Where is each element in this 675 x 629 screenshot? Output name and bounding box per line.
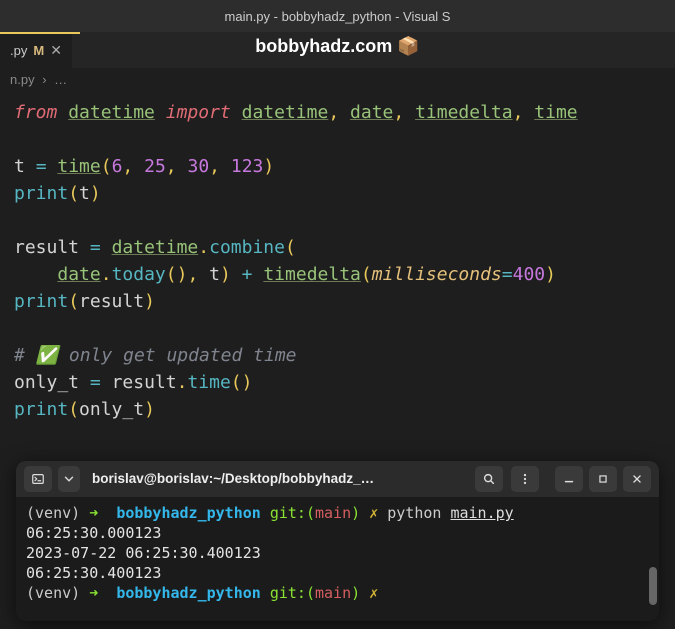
search-icon bbox=[482, 472, 496, 486]
terminal-title: borislav@borislav:~/Desktop/bobbyhadz_… bbox=[88, 469, 467, 489]
window-title: main.py - bobbyhadz_python - Visual S bbox=[225, 9, 451, 24]
window-titlebar: main.py - bobbyhadz_python - Visual S bbox=[0, 0, 675, 32]
menu-button[interactable] bbox=[511, 466, 539, 492]
tab-modified-marker: M bbox=[33, 43, 44, 58]
tabs-row: .py M ✕ bobbyhadz.com 📦 bbox=[0, 32, 675, 68]
terminal-icon bbox=[31, 472, 45, 486]
tab-filename: .py bbox=[10, 43, 27, 58]
close-icon[interactable]: ✕ bbox=[50, 42, 62, 59]
search-button[interactable] bbox=[475, 466, 503, 492]
minimize-button[interactable] bbox=[555, 466, 583, 492]
terminal-header: borislav@borislav:~/Desktop/bobbyhadz_… bbox=[16, 461, 659, 497]
chevron-down-icon bbox=[62, 472, 76, 486]
maximize-icon bbox=[596, 472, 610, 486]
close-icon bbox=[630, 472, 644, 486]
terminal-window: borislav@borislav:~/Desktop/bobbyhadz_… … bbox=[16, 461, 659, 621]
site-banner: bobbyhadz.com 📦 bbox=[255, 36, 419, 57]
kebab-icon bbox=[518, 472, 532, 486]
maximize-button[interactable] bbox=[589, 466, 617, 492]
breadcrumb[interactable]: n.py › … bbox=[0, 68, 675, 91]
new-tab-button[interactable] bbox=[24, 466, 52, 492]
terminal-body[interactable]: (venv) ➜ bobbyhadz_python git:(main) ✗ p… bbox=[16, 497, 659, 609]
scrollbar-thumb[interactable] bbox=[649, 567, 657, 605]
tab-main-py[interactable]: .py M ✕ bbox=[0, 32, 72, 68]
minimize-icon bbox=[562, 472, 576, 486]
close-button[interactable] bbox=[623, 466, 651, 492]
code-editor[interactable]: from datetime import datetime, date, tim… bbox=[0, 91, 675, 431]
dropdown-button[interactable] bbox=[58, 466, 80, 492]
